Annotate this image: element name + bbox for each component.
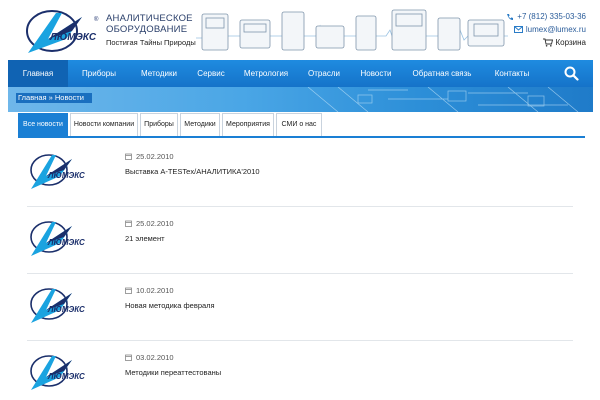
news-tabs: Все новости Новости компании Приборы Мет… [18,113,324,136]
search-icon[interactable] [564,66,579,81]
nav-item-metrology[interactable]: Метрология [234,60,298,87]
news-title-link[interactable]: Методики переаттестованы [125,368,221,377]
tagline-line1: АНАЛИТИЧЕСКОЕ [106,13,193,24]
news-date: 03.02.2010 [125,353,174,362]
mail-icon [513,26,523,33]
news-title-link[interactable]: Новая методика февраля [125,301,215,310]
svg-text:ЛЮМЭКС: ЛЮМЭКС [47,305,85,314]
phone-row[interactable]: +7 (812) 335-03-36 [506,10,586,23]
nav-item-news[interactable]: Новости [350,60,402,87]
tabs-underline [18,136,585,138]
news-date-value: 03.02.2010 [136,353,174,362]
tab-media[interactable]: СМИ о нас [276,113,322,136]
svg-text:ЛЮМЭКС: ЛЮМЭКС [47,238,85,247]
svg-text:ЛЮМЭКС: ЛЮМЭКС [47,372,85,381]
cart-link[interactable]: Корзина [556,38,586,47]
news-thumbnail-logo[interactable]: ЛЮМЭКС [27,285,87,325]
list-item[interactable]: ЛЮМЭКС 10.02.2010 Новая методика февраля [27,274,573,341]
email-row[interactable]: lumex@lumex.ru [506,23,586,36]
news-thumbnail-logo[interactable]: ЛЮМЭКС [27,151,87,191]
news-date: 25.02.2010 [125,152,174,161]
calendar-icon [125,287,132,294]
list-item[interactable]: ЛЮМЭКС 25.02.2010 21 элемент [27,207,573,274]
banner-pattern [307,87,579,112]
tab-events[interactable]: Мероприятия [222,113,274,136]
header-contacts: +7 (812) 335-03-36 lumex@lumex.ru Корзин… [506,10,586,49]
brand-tagline: АНАЛИТИЧЕСКОЕ ОБОРУДОВАНИЕ Постигая Тайн… [106,13,196,47]
calendar-icon [125,220,132,227]
tab-instruments[interactable]: Приборы [140,113,178,136]
breadcrumb[interactable]: Главная » Новости [16,93,92,103]
news-date: 10.02.2010 [125,286,174,295]
registered-mark: ® [94,16,99,23]
news-thumbnail-logo[interactable]: ЛЮМЭКС [27,218,87,258]
calendar-icon [125,153,132,160]
tagline-line2: ОБОРУДОВАНИЕ [106,24,188,35]
news-date-value: 25.02.2010 [136,219,174,228]
svg-text:ЛЮМЭКС: ЛЮМЭКС [47,171,85,180]
news-title-link[interactable]: 21 элемент [125,234,165,243]
tab-all-news[interactable]: Все новости [18,113,68,136]
email-link[interactable]: lumex@lumex.ru [526,25,586,34]
logo-wordmark: ЛЮМЭКС [49,32,97,43]
tab-company-news[interactable]: Новости компании [70,113,138,136]
nav-item-home[interactable]: Главная [8,60,68,87]
news-date-value: 25.02.2010 [136,152,174,161]
cart-icon [542,38,553,47]
nav-item-contacts[interactable]: Контакты [482,60,542,87]
news-title-link[interactable]: Выставка A-TESTex/АНАЛИТИКА'2010 [125,167,260,176]
page-banner: Главная » Новости [8,87,593,112]
main-nav: Главная Приборы Методики Сервис Метролог… [8,60,593,87]
slogan: Постигая Тайны Природы [106,38,196,47]
nav-item-feedback[interactable]: Обратная связь [402,60,482,87]
tab-methods[interactable]: Методики [180,113,220,136]
news-date-value: 10.02.2010 [136,286,174,295]
nav-item-industries[interactable]: Отрасли [298,60,350,87]
phone-number[interactable]: +7 (812) 335-03-36 [517,12,586,21]
site-header: ЛЮМЭКС ® АНАЛИТИЧЕСКОЕ ОБОРУДОВАНИЕ Пост… [0,0,600,60]
nav-item-methods[interactable]: Методики [130,60,188,87]
calendar-icon [125,354,132,361]
news-date: 25.02.2010 [125,219,174,228]
lumex-logo[interactable]: ЛЮМЭКС ® [22,9,100,55]
news-list: ЛЮМЭКС 25.02.2010 Выставка A-TESTex/АНАЛ… [27,140,573,400]
cart-row[interactable]: Корзина [506,36,586,49]
nav-item-instruments[interactable]: Приборы [68,60,130,87]
instruments-illustration [196,9,508,51]
news-thumbnail-logo[interactable]: ЛЮМЭКС [27,352,87,392]
nav-item-service[interactable]: Сервис [188,60,234,87]
phone-icon [506,13,514,21]
list-item[interactable]: ЛЮМЭКС 03.02.2010 Методики переаттестова… [27,341,573,400]
list-item[interactable]: ЛЮМЭКС 25.02.2010 Выставка A-TESTex/АНАЛ… [27,140,573,207]
